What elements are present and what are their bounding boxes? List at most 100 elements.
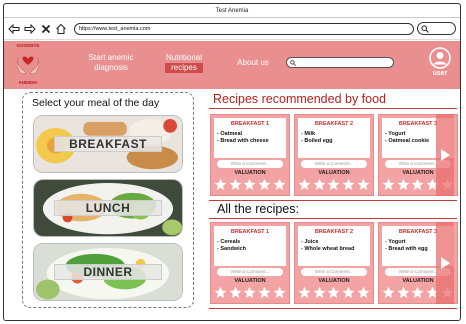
logo-bottom-text: ANEMIA! <box>18 80 38 85</box>
star-icon[interactable] <box>243 178 256 191</box>
comment-input[interactable]: Write a Comment... <box>217 268 283 276</box>
recipe-card-body: BREAKFAST 2 - Milk - Boiled egg <box>298 118 370 158</box>
recipe-card[interactable]: BREAKFAST 2 - Juice - Whole wheat bread … <box>294 222 374 304</box>
comment-input[interactable]: Write a Comment... <box>301 268 367 276</box>
triangle-right-icon <box>441 149 450 161</box>
meal-label-dinner: DINNER <box>54 264 162 280</box>
star-icon[interactable] <box>342 286 355 299</box>
valuation-label: VALUATION <box>234 170 266 176</box>
bottom-divider <box>209 308 457 310</box>
recipe-ingredient: - Cereals <box>217 239 241 245</box>
star-icon[interactable] <box>313 286 326 299</box>
star-icon[interactable] <box>273 286 286 299</box>
star-icon[interactable] <box>327 178 340 191</box>
star-icon[interactable] <box>397 286 410 299</box>
recipe-card[interactable]: BREAKFAST 1 - Oatmeal - Bread with chees… <box>210 114 290 196</box>
star-icon[interactable] <box>357 286 370 299</box>
valuation-label: VALUATION <box>318 278 350 284</box>
comment-input[interactable]: Write a Comment... <box>217 160 283 168</box>
star-icon[interactable] <box>273 178 286 191</box>
meal-selector-title: Select your meal of the day <box>32 97 160 109</box>
recipe-ingredient: - Juice <box>301 239 319 245</box>
window-title: Test Anemia <box>4 4 460 18</box>
nav-about-us[interactable]: About us <box>230 58 276 68</box>
star-icon[interactable] <box>214 286 227 299</box>
recipe-ingredient: - Milk <box>301 131 316 137</box>
star-icon[interactable] <box>327 286 340 299</box>
back-arrow-icon[interactable] <box>8 22 21 35</box>
meal-selector-panel: Select your meal of the day BREAKFAST LU… <box>22 92 194 308</box>
star-icon[interactable] <box>397 178 410 191</box>
recipe-ingredient: - Sandwich <box>217 246 247 252</box>
star-icon[interactable] <box>229 286 242 299</box>
recommended-title: Recipes recommended by food <box>213 92 387 106</box>
meal-card-lunch[interactable]: LUNCH <box>33 179 183 237</box>
nav-start-diagnosis[interactable]: Start anemic diagnosis <box>80 53 142 73</box>
nav-start-line1: Start anemic <box>88 53 134 62</box>
star-icon[interactable] <box>298 286 311 299</box>
recipe-ingredient: - Oatmeal <box>217 131 243 137</box>
all-recipes-row: BREAKFAST 1 - Cereals - Sandwich Write a… <box>206 222 458 304</box>
star-icon[interactable] <box>411 286 424 299</box>
star-icon[interactable] <box>229 178 242 191</box>
recipe-name: BREAKFAST 1 <box>230 229 270 235</box>
browser-toolbar: https://www.test_anemia.com <box>4 18 460 40</box>
star-icon[interactable] <box>258 178 271 191</box>
site-logo[interactable]: GOODBYE ANEMIA! <box>4 41 52 89</box>
star-icon[interactable] <box>382 286 395 299</box>
section-divider <box>209 200 457 202</box>
star-icon[interactable] <box>342 178 355 191</box>
address-bar[interactable]: https://www.test_anemia.com <box>73 22 414 35</box>
meal-card-dinner[interactable]: DINNER <box>33 243 183 301</box>
recipe-name: BREAKFAST 2 <box>314 229 354 235</box>
recommended-recipes-row: BREAKFAST 1 - Oatmeal - Bread with chees… <box>206 114 458 196</box>
recipe-ingredient: - Whole wheat bread <box>301 246 355 252</box>
star-rating[interactable] <box>213 178 287 191</box>
user-label: user <box>432 70 448 77</box>
recipe-name: BREAKFAST 1 <box>230 121 270 127</box>
nav-about-label: About us <box>237 58 269 67</box>
star-icon[interactable] <box>298 178 311 191</box>
user-avatar-icon <box>429 47 451 69</box>
nav-recipes-line2: recipes <box>165 63 203 73</box>
star-icon[interactable] <box>243 286 256 299</box>
star-icon[interactable] <box>258 286 271 299</box>
recommended-underline <box>209 108 457 110</box>
carousel-next-button[interactable] <box>436 222 454 304</box>
comment-input[interactable]: Write a Comment... <box>301 160 367 168</box>
carousel-next-button[interactable] <box>436 114 454 196</box>
close-icon[interactable] <box>39 22 52 35</box>
search-icon <box>290 59 296 66</box>
recipe-card[interactable]: BREAKFAST 2 - Milk - Boiled egg Write a … <box>294 114 374 196</box>
recipe-card-body: BREAKFAST 1 - Cereals - Sandwich <box>214 226 286 266</box>
nav-nutritional-recipes[interactable]: Nutritional recipes <box>152 53 216 73</box>
search-icon <box>421 24 429 33</box>
recipe-name: BREAKFAST 2 <box>314 121 354 127</box>
valuation-label: VALUATION <box>318 170 350 176</box>
meal-card-breakfast[interactable]: BREAKFAST <box>33 115 183 173</box>
recipe-card-body: BREAKFAST 2 - Juice - Whole wheat bread <box>298 226 370 266</box>
all-recipes-title: All the recipes: <box>217 202 299 216</box>
hands-heart-logo-icon <box>16 56 40 75</box>
star-icon[interactable] <box>411 178 424 191</box>
browser-search-box[interactable] <box>416 22 457 35</box>
star-icon[interactable] <box>214 178 227 191</box>
nav-start-line2: diagnosis <box>94 63 128 72</box>
valuation-label: VALUATION <box>234 278 266 284</box>
star-rating[interactable] <box>297 178 371 191</box>
recipe-ingredient: - Boiled egg <box>301 138 333 144</box>
meal-label-lunch: LUNCH <box>54 200 162 216</box>
star-rating[interactable] <box>297 286 371 299</box>
star-rating[interactable] <box>213 286 287 299</box>
star-icon[interactable] <box>313 178 326 191</box>
triangle-right-icon <box>441 257 450 269</box>
user-account[interactable]: user <box>425 47 455 77</box>
recipe-card[interactable]: BREAKFAST 1 - Cereals - Sandwich Write a… <box>210 222 290 304</box>
all-recipes-underline <box>209 218 457 220</box>
logo-top-text: GOODBYE <box>16 43 40 48</box>
forward-arrow-icon[interactable] <box>24 22 37 35</box>
site-search-input[interactable] <box>286 57 394 68</box>
home-icon[interactable] <box>55 22 68 35</box>
star-icon[interactable] <box>382 178 395 191</box>
star-icon[interactable] <box>357 178 370 191</box>
